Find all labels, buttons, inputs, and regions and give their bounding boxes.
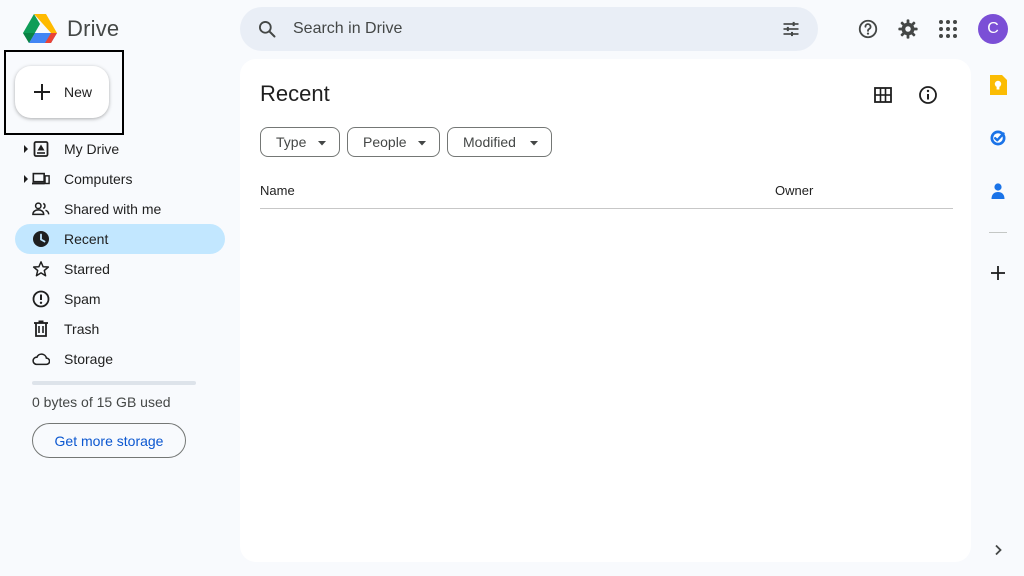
side-panel-divider	[989, 232, 1007, 233]
new-button[interactable]: New	[15, 66, 109, 118]
cloud-icon	[32, 350, 50, 368]
sidebar-item-trash[interactable]: Trash	[15, 314, 225, 344]
sidebar-item-label: Starred	[64, 261, 110, 277]
sidebar-item-label: Storage	[64, 351, 114, 367]
trash-icon	[32, 320, 50, 338]
dropdown-arrow-icon	[318, 141, 326, 146]
expand-caret-icon[interactable]	[23, 175, 29, 183]
sidebar-item-label: Recent	[64, 231, 109, 247]
plus-icon	[34, 84, 50, 100]
filter-modified-chip[interactable]: Modified	[447, 127, 552, 157]
page-title: Recent	[260, 81, 330, 106]
drive-app: Drive Search in Drive C New My Drive Com…	[0, 0, 1024, 576]
dropdown-arrow-icon	[418, 141, 426, 146]
drive-logo[interactable]: Drive	[23, 12, 119, 46]
star-icon	[32, 260, 50, 278]
info-icon[interactable]	[916, 83, 940, 107]
new-button-label: New	[64, 84, 93, 100]
clock-icon	[32, 230, 50, 248]
keep-icon[interactable]	[988, 75, 1008, 95]
column-header-owner[interactable]: Owner	[775, 183, 813, 198]
storage-usage-bar	[32, 381, 196, 385]
filter-label: Modified	[463, 134, 516, 150]
sidebar-item-label: My Drive	[64, 141, 120, 157]
dropdown-arrow-icon	[530, 141, 538, 146]
my-drive-icon	[32, 140, 50, 158]
filter-label: Type	[276, 134, 307, 150]
account-avatar[interactable]: C	[978, 14, 1008, 44]
contacts-icon[interactable]	[988, 181, 1008, 201]
add-addon-plus-icon[interactable]	[988, 263, 1008, 283]
expand-caret-icon[interactable]	[23, 145, 29, 153]
search-icon[interactable]	[257, 19, 277, 39]
spam-icon	[32, 290, 50, 308]
column-header-name[interactable]: Name	[260, 183, 295, 198]
sidebar-item-my-drive[interactable]: My Drive	[15, 134, 225, 164]
apps-grid-icon[interactable]	[936, 17, 960, 41]
sidebar-item-starred[interactable]: Starred	[15, 254, 225, 284]
filter-label: People	[363, 134, 407, 150]
people-icon	[32, 200, 50, 218]
sidebar-item-shared-with-me[interactable]: Shared with me	[15, 194, 225, 224]
sidebar-item-storage[interactable]: Storage	[15, 344, 225, 374]
main-content: Recent Type People Modified Name Owner	[240, 59, 971, 562]
expand-side-panel-chevron-icon[interactable]	[988, 540, 1008, 560]
computers-icon	[32, 170, 50, 188]
settings-gear-icon[interactable]	[896, 17, 920, 41]
sidebar-item-label: Computers	[64, 171, 133, 187]
app-name: Drive	[67, 16, 120, 41]
sidebar-item-spam[interactable]: Spam	[15, 284, 225, 314]
get-more-storage-button[interactable]: Get more storage	[32, 423, 186, 458]
filter-type-chip[interactable]: Type	[260, 127, 340, 157]
tasks-icon[interactable]	[988, 128, 1008, 148]
sidebar-item-computers[interactable]: Computers	[15, 164, 225, 194]
drive-logo-icon	[23, 14, 57, 43]
grid-view-icon[interactable]	[871, 83, 895, 107]
sidebar-item-label: Trash	[64, 321, 100, 337]
column-divider	[260, 208, 953, 209]
filter-people-chip[interactable]: People	[347, 127, 440, 157]
help-icon[interactable]	[856, 17, 880, 41]
search-bar[interactable]: Search in Drive	[240, 7, 818, 51]
sidebar-item-recent[interactable]: Recent	[15, 224, 225, 254]
sidebar-item-label: Spam	[64, 291, 101, 307]
search-options-icon[interactable]	[781, 19, 801, 39]
sidebar-item-label: Shared with me	[64, 201, 162, 217]
search-input[interactable]: Search in Drive	[293, 20, 402, 38]
storage-usage-text: 0 bytes of 15 GB used	[32, 394, 171, 410]
